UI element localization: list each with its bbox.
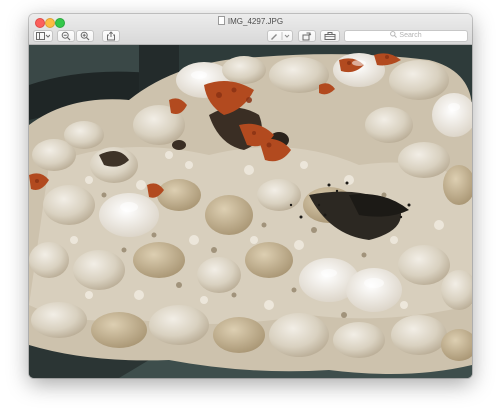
pen-icon [271,32,290,40]
toolbox-icon [324,32,336,40]
sidebar-icon [36,32,50,40]
share-button[interactable] [102,30,120,42]
rotate-button[interactable] [298,30,316,42]
search-placeholder: Search [399,32,422,39]
share-icon [107,31,115,41]
toolbox-button[interactable] [320,30,340,42]
image-viewport[interactable] [29,45,472,378]
rotate-icon [302,32,312,41]
preview-window: IMG_4297.JPG Search [29,14,472,378]
search-icon [390,31,398,38]
zoom-in-icon [80,31,90,41]
zoom-out-icon [61,31,71,41]
sidebar-toggle-button[interactable] [33,30,53,42]
window-title: IMG_4297.JPG [29,16,472,28]
search-field[interactable]: Search [344,30,468,42]
zoom-in-button[interactable] [76,30,94,42]
zoom-out-button[interactable] [57,30,75,42]
title-bar[interactable]: IMG_4297.JPG Search [29,14,472,45]
markup-button[interactable] [267,30,293,42]
document-icon [217,16,225,25]
mineral-specimen-photo [29,45,472,378]
window-title-text: IMG_4297.JPG [227,17,284,26]
